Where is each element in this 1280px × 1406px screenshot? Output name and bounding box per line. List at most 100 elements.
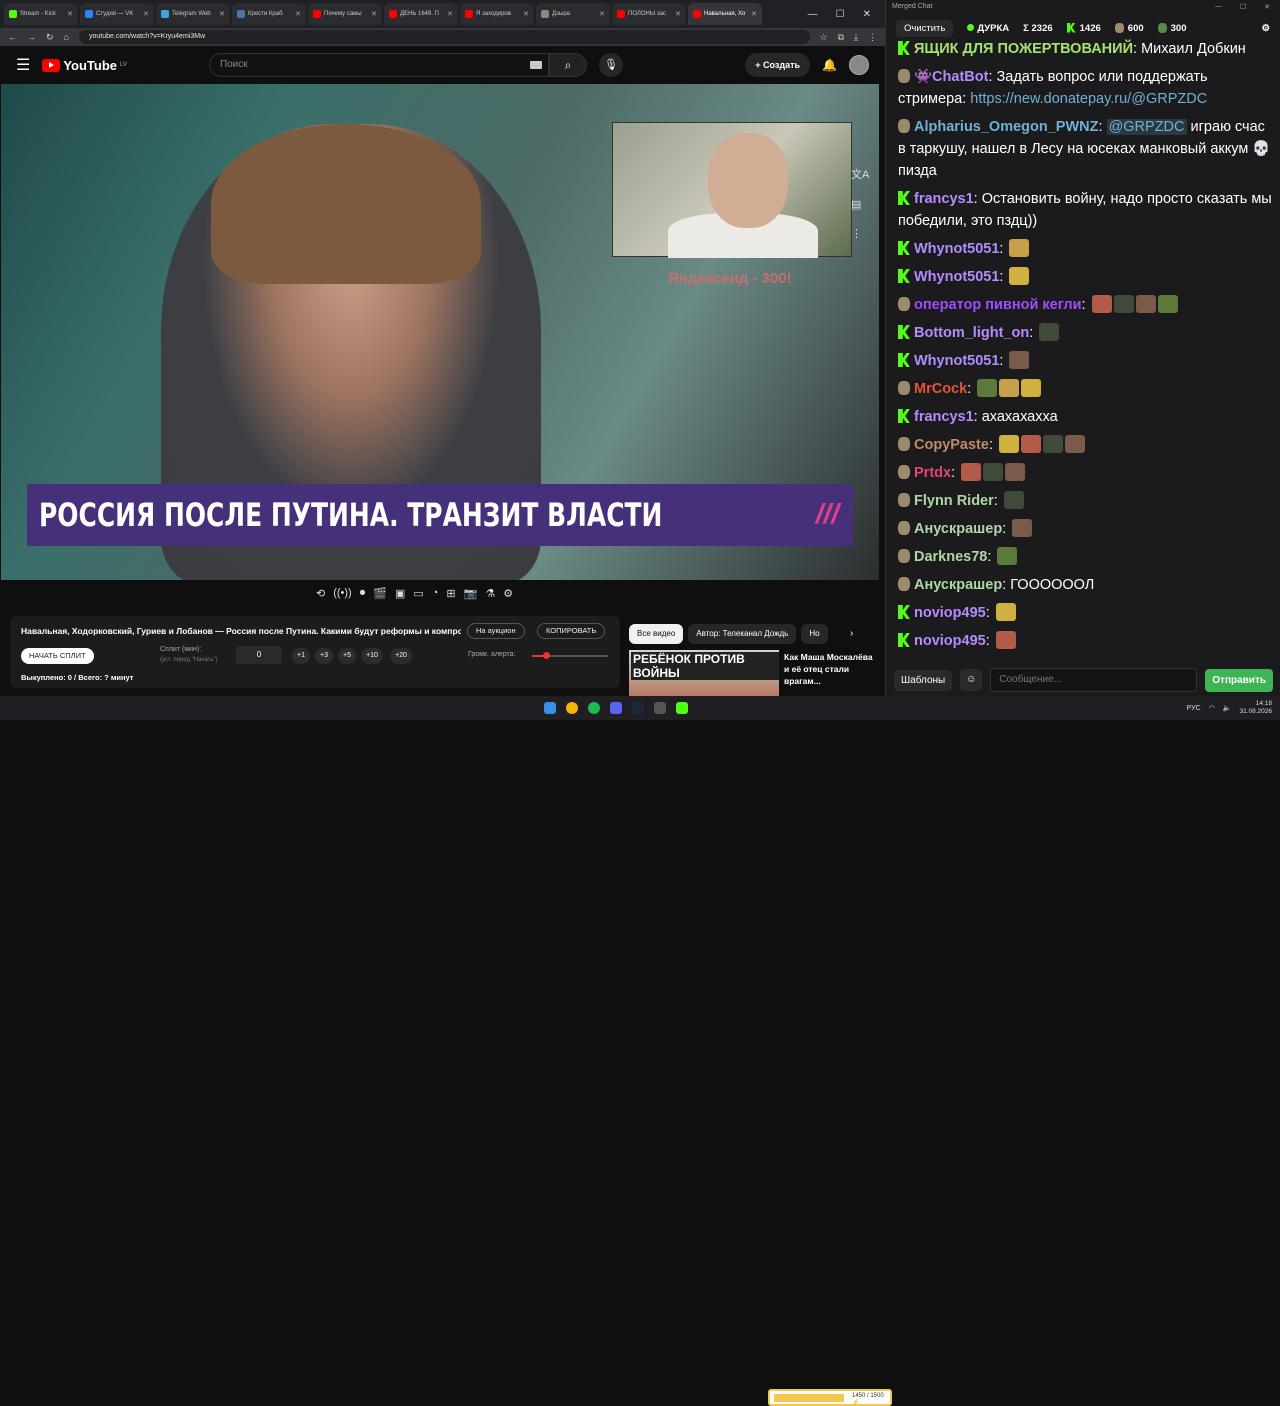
increment-button[interactable]: +5 bbox=[338, 648, 356, 664]
forward-icon[interactable]: → bbox=[27, 32, 36, 42]
tab-close-icon[interactable]: ✕ bbox=[219, 10, 225, 18]
chat-username[interactable]: Анускрашер bbox=[914, 577, 1002, 593]
reload-icon[interactable]: ↻ bbox=[46, 32, 54, 43]
increment-button[interactable]: +10 bbox=[361, 648, 383, 664]
browser-tab[interactable]: ДЕНЬ 1649. П ✕ bbox=[384, 3, 458, 25]
discord-icon[interactable] bbox=[610, 702, 622, 714]
translate-icon[interactable]: 文A bbox=[851, 166, 869, 182]
back-icon[interactable]: ← bbox=[8, 32, 17, 42]
loop-icon[interactable]: ⟲ bbox=[316, 587, 325, 600]
chat-username[interactable]: noviop495 bbox=[914, 605, 986, 621]
search-input[interactable]: Поиск bbox=[208, 53, 549, 77]
emoji-icon[interactable]: ☺ bbox=[960, 669, 983, 691]
search-button[interactable]: ⌕ bbox=[548, 53, 587, 77]
browser-tab[interactable]: Дзыра ✕ bbox=[536, 3, 610, 25]
menu-icon[interactable]: ⋮ bbox=[868, 32, 877, 43]
tab-close-icon[interactable]: ✕ bbox=[523, 10, 529, 18]
chat-username[interactable]: MrCock bbox=[914, 381, 967, 397]
chat-username[interactable]: Prtdx bbox=[914, 465, 951, 481]
chat-username[interactable]: Flynn Rider bbox=[914, 493, 994, 509]
tab-close-icon[interactable]: ✕ bbox=[67, 10, 73, 18]
filter-chip[interactable]: Все видео bbox=[629, 624, 684, 644]
tab-close-icon[interactable]: ✕ bbox=[447, 10, 453, 18]
chat-username[interactable]: ЯЩИК ДЛЯ ПОЖЕРТВОВАНИЙ bbox=[914, 41, 1133, 57]
bookmark-icon[interactable]: ☆ bbox=[820, 32, 828, 43]
filter-chip[interactable]: Автор: Телеканал Дождь bbox=[688, 624, 797, 644]
tab-close-icon[interactable]: ✕ bbox=[599, 10, 605, 18]
minimize-icon[interactable]: — bbox=[808, 9, 818, 20]
flask-icon[interactable]: ⚗ bbox=[485, 587, 495, 600]
chat-username[interactable]: francys1 bbox=[914, 191, 974, 207]
chat-username[interactable]: Bottom_light_on bbox=[914, 325, 1029, 341]
maximize-icon[interactable]: ☐ bbox=[836, 9, 845, 20]
url-field[interactable]: youtube.com/watch?v=Kryu4emi3Mw bbox=[78, 30, 810, 44]
browser-tab[interactable]: Навальная, Хо ✕ bbox=[688, 3, 762, 25]
add-screen-icon[interactable]: ⊞ bbox=[446, 587, 455, 600]
start-split-button[interactable]: НАЧАТЬ СПЛИТ bbox=[21, 648, 94, 664]
chat-username[interactable]: Whynot5051 bbox=[914, 353, 999, 369]
notifications-bell-icon[interactable]: 🔔 bbox=[822, 58, 837, 72]
chevron-right-icon[interactable]: › bbox=[850, 628, 853, 639]
tab-close-icon[interactable]: ✕ bbox=[143, 10, 149, 18]
filter-chip[interactable]: Но bbox=[801, 624, 828, 644]
avatar[interactable] bbox=[849, 55, 869, 75]
close-icon[interactable]: ✕ bbox=[1264, 3, 1270, 16]
browser-tab[interactable]: Крести Краб ✕ bbox=[232, 3, 306, 25]
spotify-icon[interactable] bbox=[588, 702, 600, 714]
tab-close-icon[interactable]: ✕ bbox=[295, 10, 301, 18]
copy-button[interactable]: КОПИРОВАТЬ bbox=[537, 623, 606, 639]
menu-burger-icon[interactable]: ☰ bbox=[16, 55, 30, 75]
chat-username[interactable]: francys1 bbox=[914, 409, 974, 425]
split-minutes-input[interactable]: 0 bbox=[236, 646, 282, 664]
video-player[interactable]: Яндексенд - 300! 文A ▤ ⋮ РОССИЯ ПОСЛЕ ПУТ… bbox=[1, 84, 879, 580]
browser-tab[interactable]: Почему самы ✕ bbox=[308, 3, 382, 25]
minimize-icon[interactable]: — bbox=[1215, 3, 1222, 16]
chat-mention[interactable]: @GRPZDC bbox=[1106, 119, 1187, 135]
close-icon[interactable]: ✕ bbox=[863, 9, 871, 20]
windows-start-icon[interactable] bbox=[544, 702, 556, 714]
increment-button[interactable]: +1 bbox=[292, 648, 310, 664]
speedometer-icon[interactable]: ◔ bbox=[432, 587, 439, 600]
home-icon[interactable]: ⌂ bbox=[64, 32, 69, 42]
clapper-icon[interactable]: 🎬 bbox=[373, 587, 387, 600]
chrome-icon[interactable] bbox=[566, 702, 578, 714]
youtube-logo[interactable]: YouTube LV bbox=[42, 58, 127, 73]
send-button[interactable]: Отправить bbox=[1205, 668, 1273, 692]
camera-icon[interactable]: 📷 bbox=[464, 587, 478, 600]
browser-tab[interactable]: Я заходиров ✕ bbox=[460, 3, 534, 25]
voice-search-button[interactable]: 🎙 bbox=[598, 53, 623, 77]
picture-icon[interactable]: ▣ bbox=[395, 587, 405, 600]
recommended-video-thumbnail[interactable]: РЕБЁНОК ПРОТИВ ВОЙНЫ bbox=[629, 650, 779, 696]
extensions-icon[interactable]: ⧉ bbox=[838, 32, 844, 43]
volume-icon[interactable]: 🔈 bbox=[1223, 704, 1232, 712]
gear-icon[interactable]: ⚙ bbox=[503, 587, 513, 600]
recommended-video-title[interactable]: Как Маша Москалёва и её отец стали врага… bbox=[784, 651, 874, 687]
tab-close-icon[interactable]: ✕ bbox=[751, 10, 757, 18]
maximize-icon[interactable]: ☐ bbox=[1240, 3, 1246, 16]
chat-username[interactable]: Alpharius_Omegon_PWNZ bbox=[914, 119, 1099, 135]
record-icon[interactable]: ⏺ bbox=[360, 587, 366, 600]
obs-icon[interactable] bbox=[654, 702, 666, 714]
clock[interactable]: 14:18 31.08.2026 bbox=[1239, 700, 1272, 716]
chat-username[interactable]: CopyPaste bbox=[914, 437, 989, 453]
chat-username[interactable]: 👾ChatBot bbox=[914, 69, 988, 85]
settings-icon[interactable]: ⚙ bbox=[1261, 23, 1270, 34]
increment-button[interactable]: +20 bbox=[390, 648, 412, 664]
browser-tab[interactable]: Студия — VK ✕ bbox=[80, 3, 154, 25]
alert-volume-slider[interactable] bbox=[532, 652, 608, 659]
chat-link[interactable]: https://new.donatepay.ru/@GRPZDC bbox=[970, 91, 1207, 107]
chat-username[interactable]: Whynot5051 bbox=[914, 241, 999, 257]
keyboard-icon[interactable] bbox=[529, 61, 542, 69]
clear-button[interactable]: Очистить bbox=[896, 19, 954, 37]
tab-close-icon[interactable]: ✕ bbox=[675, 10, 681, 18]
broadcast-icon[interactable]: ((•)) bbox=[333, 587, 352, 600]
theater-icon[interactable]: ▭ bbox=[413, 587, 423, 600]
chat-username[interactable]: оператор пивной кегли bbox=[914, 297, 1082, 313]
browser-tab[interactable]: Telegram Web ✕ bbox=[156, 3, 230, 25]
chat-username[interactable]: noviop495 bbox=[914, 633, 986, 649]
chat-username[interactable]: Darknes78 bbox=[914, 549, 987, 565]
templates-button[interactable]: Шаблоны bbox=[894, 669, 953, 691]
create-button[interactable]: + Создать bbox=[745, 53, 811, 77]
download-icon[interactable]: ⤓ bbox=[854, 32, 858, 43]
wifi-icon[interactable]: ◠ bbox=[1209, 704, 1215, 712]
